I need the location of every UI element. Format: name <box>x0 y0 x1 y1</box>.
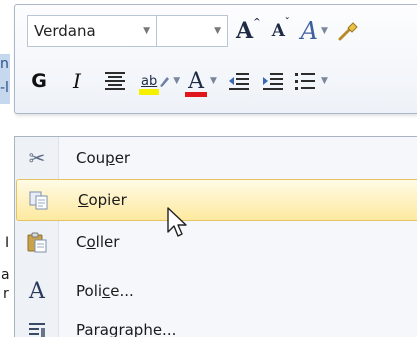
mouse-pointer-icon <box>167 207 187 237</box>
grow-font-button[interactable]: A ^ <box>236 15 261 47</box>
menu-item-label: Couper <box>76 149 131 167</box>
increase-indent-button[interactable] <box>261 65 285 97</box>
document-text-fragment: a <box>1 267 10 283</box>
mini-formatting-toolbar: Verdana ▼ ▼ A ^ Aˇ A ▼ G I ab ▼ A ▼ ▼ <box>14 4 417 114</box>
menu-item-label: Police... <box>76 282 134 300</box>
bold-button[interactable]: G <box>27 65 51 97</box>
font-name-value: Verdana <box>34 22 96 40</box>
chevron-down-icon[interactable]: ▼ <box>214 26 227 36</box>
italic-label: I <box>73 69 81 93</box>
menu-item-paste[interactable]: Coller <box>15 221 417 263</box>
menu-item-cut[interactable]: ✂ Couper <box>15 137 417 179</box>
menu-item-font[interactable]: A Police... <box>15 270 417 312</box>
font-color-icon: A <box>185 68 207 97</box>
font-name-combobox[interactable]: Verdana ▼ <box>27 15 157 47</box>
copy-icon <box>17 190 61 210</box>
center-align-icon <box>105 72 125 90</box>
shrink-font-button[interactable]: Aˇ <box>269 15 293 47</box>
styles-icon: A <box>300 17 318 45</box>
paste-icon <box>15 231 59 253</box>
pen-icon <box>160 77 170 87</box>
menu-item-paragraph[interactable]: Paragraphe... <box>15 309 417 337</box>
chevron-down-icon[interactable]: ▼ <box>173 76 180 86</box>
context-menu: ✂ Couper Copier Coller A Police... Parag… <box>14 136 417 337</box>
italic-button[interactable]: I <box>65 65 89 97</box>
menu-item-label: Coller <box>76 233 120 251</box>
chevron-down-icon[interactable]: ▼ <box>210 76 217 86</box>
styles-button[interactable]: A ▼ <box>301 15 328 47</box>
font-color-button[interactable]: A ▼ <box>185 65 217 97</box>
document-text-fragment: n <box>0 56 9 72</box>
scissors-icon: ✂ <box>28 146 46 170</box>
increase-indent-icon <box>262 72 283 90</box>
chevron-down-icon[interactable]: ▼ <box>321 76 328 86</box>
document-text-fragment: I <box>5 235 10 251</box>
grow-font-icon: A <box>236 18 254 44</box>
document-text-fragment: r <box>3 286 9 302</box>
bullets-button[interactable]: ▼ <box>294 65 328 97</box>
menu-item-label: Paragraphe... <box>76 321 177 337</box>
format-painter-icon <box>338 22 358 41</box>
font-size-combobox[interactable]: ▼ <box>156 15 228 47</box>
bold-label: G <box>31 70 47 92</box>
format-painter-button[interactable] <box>336 15 360 47</box>
highlight-icon: ab <box>138 73 160 95</box>
decrease-indent-icon <box>228 72 249 90</box>
center-align-button[interactable] <box>103 65 127 97</box>
chevron-down-icon[interactable]: ▼ <box>143 26 156 36</box>
decrease-indent-button[interactable] <box>227 65 251 97</box>
toolbar-row-format: G I ab ▼ A ▼ ▼ <box>27 65 328 97</box>
chevron-down-icon[interactable]: ▼ <box>321 26 328 36</box>
menu-item-copy[interactable]: Copier <box>16 179 417 221</box>
toolbar-row-font: Verdana ▼ ▼ A ^ Aˇ A ▼ <box>27 15 360 47</box>
font-icon: A <box>29 278 45 304</box>
bullets-icon <box>294 72 315 90</box>
shrink-font-icon: A <box>271 21 285 41</box>
highlight-button[interactable]: ab ▼ <box>138 65 180 97</box>
menu-item-label: Copier <box>78 191 127 209</box>
paragraph-icon <box>15 321 59 337</box>
document-text-fragment: -l <box>0 80 9 96</box>
